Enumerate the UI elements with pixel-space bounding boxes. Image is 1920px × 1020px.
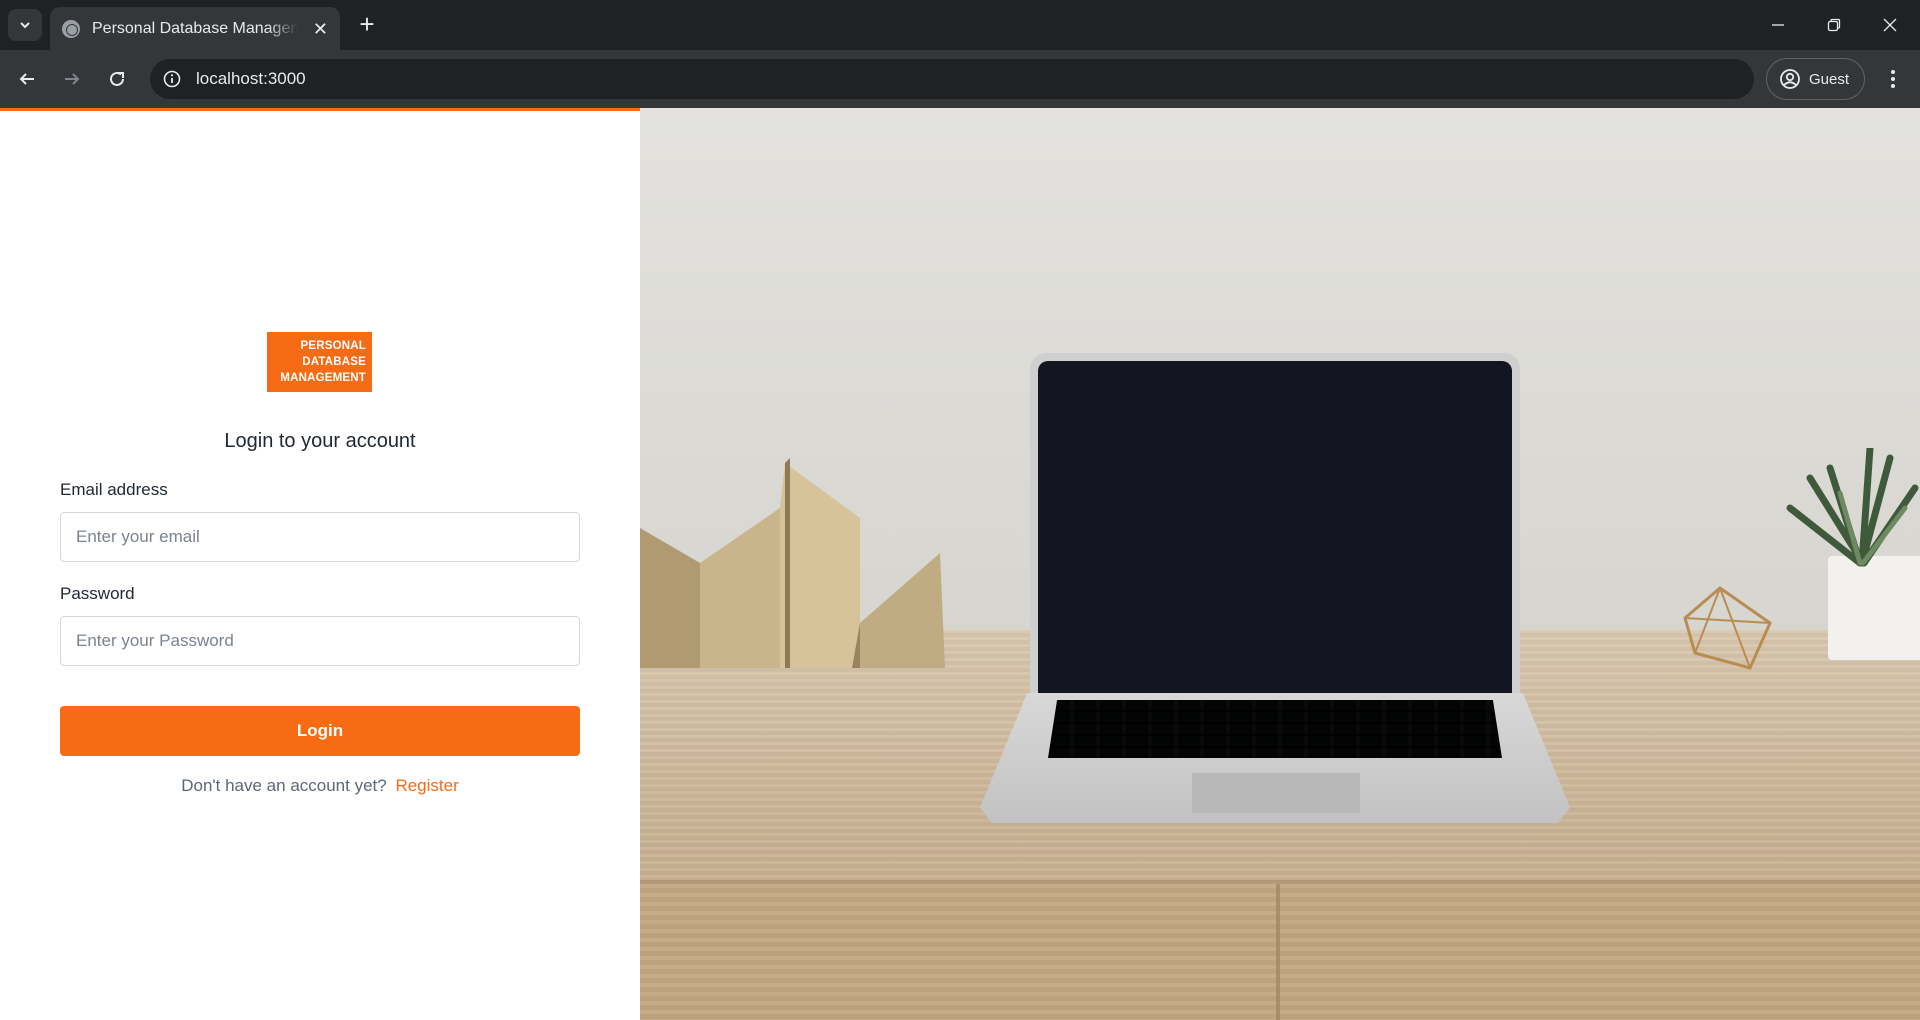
logo-line-3: MANAGEMENT [280,372,366,384]
desk-front [640,884,1920,1020]
register-prompt: Don't have an account yet? [181,776,387,795]
forward-button[interactable] [56,63,88,95]
chevron-down-icon [20,22,30,29]
laptop-display [1038,361,1512,693]
minimize-icon [1772,24,1784,26]
app-logo: PERSONAL DATABASE MANAGEMENT [267,332,372,392]
account-circle-icon [1780,69,1800,89]
plant-illustration [1786,448,1919,567]
laptop-illustration [1030,353,1520,693]
geometric-ornament-illustration [1683,586,1772,670]
tab-close-button[interactable]: ✕ [313,20,328,38]
kebab-menu-icon [1891,70,1895,88]
logo-line-1: PERSONAL [300,340,366,352]
hero-image [640,108,1920,1020]
reload-button[interactable] [101,63,133,95]
login-button[interactable]: Login [60,706,580,756]
page-title: Login to your account [224,430,416,452]
profile-label: Guest [1809,70,1850,88]
close-window-button[interactable] [1862,0,1918,50]
profile-button[interactable]: Guest [1766,58,1865,100]
password-field[interactable] [60,616,580,666]
browser-titlebar: Personal Database Management ✕ + [0,0,1920,50]
email-field[interactable] [60,512,580,562]
restore-button[interactable] [1806,0,1862,50]
logo-line-2: DATABASE [302,356,366,368]
laptop-trackpad [1192,773,1360,813]
globe-icon [62,19,80,38]
browser-menu-button[interactable] [1878,63,1908,95]
reload-icon [110,71,124,86]
brass-vases-illustration [640,458,945,668]
close-icon [1883,18,1897,32]
register-prompt-row: Don't have an account yet? Register [0,776,640,796]
plant-pot [1828,556,1920,660]
accent-line [0,108,640,111]
restore-icon [1827,18,1841,32]
back-button[interactable] [11,63,43,95]
desk-seam [1276,884,1280,1020]
laptop-keyboard [1048,700,1502,758]
login-panel: PERSONAL DATABASE MANAGEMENT Login to yo… [0,108,640,1020]
browser-tab[interactable]: Personal Database Management ✕ [50,7,340,50]
email-label: Email address [60,480,168,499]
arrow-left-icon [19,73,34,85]
info-icon[interactable] [158,65,186,93]
tab-search-button[interactable] [8,9,42,41]
password-label: Password [60,584,135,603]
register-link[interactable]: Register [395,776,458,795]
minimize-button[interactable] [1750,0,1806,50]
url-text[interactable]: localhost:3000 [196,69,306,89]
address-bar[interactable]: localhost:3000 [150,59,1754,99]
browser-toolbar: localhost:3000 Guest [0,50,1920,108]
new-tab-button[interactable]: + [352,10,382,40]
page-content: PERSONAL DATABASE MANAGEMENT Login to yo… [0,108,1920,1020]
arrow-right-icon [65,73,80,85]
tab-title: Personal Database Management [92,19,298,37]
